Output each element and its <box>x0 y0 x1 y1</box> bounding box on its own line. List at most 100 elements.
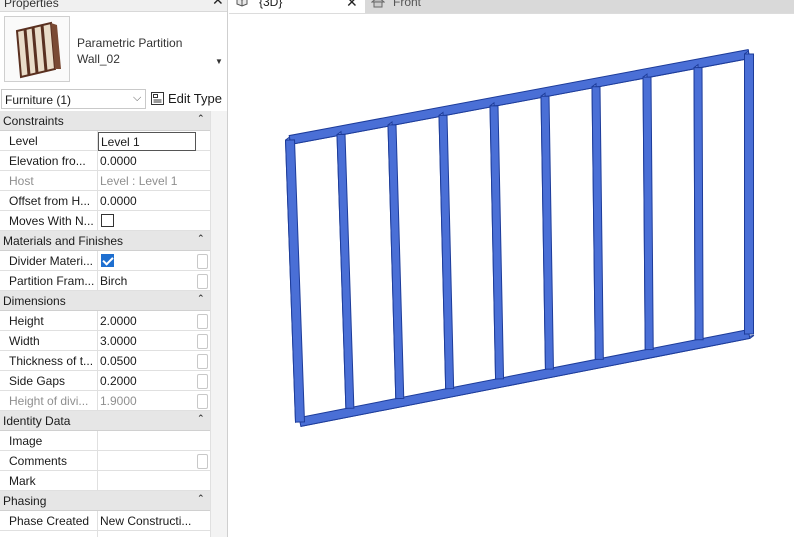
category-filter-dropdown[interactable]: Furniture (1) ⌵ <box>1 89 146 109</box>
dropdown-arrow-icon[interactable]: ▼ <box>215 57 223 66</box>
partition-wall-thumbnail <box>4 16 70 82</box>
collapse-icon[interactable]: ⌃ <box>197 413 205 424</box>
property-row-side-gaps[interactable]: Side Gaps 0.2000 <box>0 371 219 391</box>
property-name: Mark <box>9 474 36 488</box>
column-divider <box>97 271 98 291</box>
column-divider <box>97 211 98 231</box>
column-divider <box>97 351 98 371</box>
vertical-divider <box>591 86 604 360</box>
property-row-image[interactable]: Image <box>0 431 219 451</box>
associate-parameter-button[interactable] <box>197 394 208 409</box>
right-stile <box>744 53 754 335</box>
associate-parameter-button[interactable] <box>197 374 208 389</box>
property-name: Height <box>9 314 44 328</box>
property-row-height-of-divider: Height of divi... 1.9000 <box>0 391 219 411</box>
associate-parameter-button[interactable] <box>197 354 208 369</box>
moves-with-checkbox[interactable] <box>101 214 114 227</box>
edit-type-button[interactable]: Edit Type <box>150 89 226 109</box>
type-selector[interactable]: Parametric Partition Wall_02 ▼ <box>0 13 227 87</box>
collapse-icon[interactable]: ⌃ <box>197 233 205 244</box>
properties-scrollbar[interactable] <box>210 111 227 537</box>
property-row-phase-created[interactable]: Phase Created New Constructi... <box>0 511 219 531</box>
property-row-moves-with[interactable]: Moves With N... <box>0 211 219 231</box>
property-value[interactable]: 0.0500 <box>100 354 194 368</box>
close-icon[interactable]: ✕ <box>212 0 224 7</box>
tab-front-view[interactable]: Front <box>365 0 794 13</box>
close-tab-icon[interactable]: ✕ <box>346 0 358 11</box>
3d-viewport[interactable] <box>229 13 794 537</box>
tab-3d-view[interactable]: {3D} ✕ <box>229 0 362 13</box>
property-value: Level 1 <box>101 135 140 149</box>
partition-wall-frame-3d[interactable] <box>229 14 794 537</box>
column-divider <box>97 511 98 531</box>
property-value[interactable]: 0.0000 <box>100 154 194 168</box>
property-value[interactable]: Birch <box>100 274 194 288</box>
type-name: Parametric Partition Wall_02 <box>77 36 183 66</box>
property-row-elevation[interactable]: Elevation fro... 0.0000 <box>0 151 219 171</box>
property-row-mark[interactable]: Mark <box>0 471 219 491</box>
properties-panel: Properties ✕ Parametric Partition Wall_0… <box>0 0 228 537</box>
property-name: Image <box>9 434 43 448</box>
column-divider <box>97 251 98 271</box>
property-value: 1.9000 <box>100 394 137 408</box>
property-name: Height of divi... <box>9 394 89 408</box>
group-label: Dimensions <box>3 294 66 308</box>
property-name: Width <box>9 334 40 348</box>
collapse-icon[interactable]: ⌃ <box>197 293 205 304</box>
vertical-divider <box>693 67 704 341</box>
property-name: Level <box>9 134 38 148</box>
group-materials-and-finishes[interactable]: Materials and Finishes ⌃ <box>0 231 219 251</box>
group-identity-data[interactable]: Identity Data ⌃ <box>0 411 219 431</box>
properties-title: Properties <box>4 0 59 10</box>
property-name: Comments <box>9 454 68 468</box>
property-row-phase-demolished-partial[interactable] <box>0 531 219 537</box>
group-phasing[interactable]: Phasing ⌃ <box>0 491 219 511</box>
property-name: Side Gaps <box>9 374 66 388</box>
view-tabs: {3D} ✕ Front <box>229 0 794 13</box>
property-name: Elevation fro... <box>9 154 86 168</box>
column-divider <box>97 471 98 491</box>
bottom-rail <box>298 328 751 428</box>
property-value[interactable]: 0.2000 <box>100 374 194 388</box>
group-label: Materials and Finishes <box>3 234 124 248</box>
group-label: Phasing <box>3 494 47 508</box>
vertical-divider <box>336 133 355 409</box>
associate-parameter-button[interactable] <box>197 274 208 289</box>
property-name: Partition Fram... <box>9 274 95 288</box>
property-value: Level : Level 1 <box>100 174 178 188</box>
left-stile <box>284 139 306 423</box>
collapse-icon[interactable]: ⌃ <box>197 493 205 504</box>
vertical-divider <box>387 124 405 400</box>
property-value[interactable]: New Constructi... <box>100 514 194 528</box>
associate-parameter-button[interactable] <box>197 454 208 469</box>
associate-parameter-button[interactable] <box>197 314 208 329</box>
column-divider <box>97 371 98 391</box>
property-row-partition-frame[interactable]: Partition Fram... Birch <box>0 271 219 291</box>
properties-title-bar: Properties ✕ <box>0 0 227 12</box>
group-dimensions[interactable]: Dimensions ⌃ <box>0 291 219 311</box>
property-row-offset[interactable]: Offset from H... 0.0000 <box>0 191 219 211</box>
property-row-divider-material[interactable]: Divider Materi... <box>0 251 219 271</box>
property-row-width[interactable]: Width 3.0000 <box>0 331 219 351</box>
collapse-icon[interactable]: ⌃ <box>197 113 205 124</box>
property-value[interactable]: 0.0000 <box>100 194 194 208</box>
property-row-level[interactable]: Level Level 1 <box>0 131 219 151</box>
associate-parameter-button[interactable] <box>197 334 208 349</box>
property-row-host: Host Level : Level 1 <box>0 171 219 191</box>
property-value[interactable]: 3.0000 <box>100 334 194 348</box>
group-label: Constraints <box>3 114 64 128</box>
associate-parameter-button[interactable] <box>197 254 208 269</box>
properties-grid: Constraints ⌃ Level Level 1 Elevation fr… <box>0 111 219 537</box>
property-row-thickness[interactable]: Thickness of t... 0.0500 <box>0 351 219 371</box>
tab-label: Front <box>393 0 422 9</box>
property-row-comments[interactable]: Comments <box>0 451 219 471</box>
group-constraints[interactable]: Constraints ⌃ <box>0 111 219 131</box>
property-name: Divider Materi... <box>9 254 94 268</box>
divider-material-checkbox[interactable] <box>101 254 114 267</box>
property-row-height[interactable]: Height 2.0000 <box>0 311 219 331</box>
property-value[interactable]: 2.0000 <box>100 314 194 328</box>
vertical-divider <box>540 95 554 370</box>
property-name: Offset from H... <box>9 194 91 208</box>
column-divider <box>97 531 98 537</box>
level-value-field[interactable]: Level 1 <box>98 132 196 151</box>
